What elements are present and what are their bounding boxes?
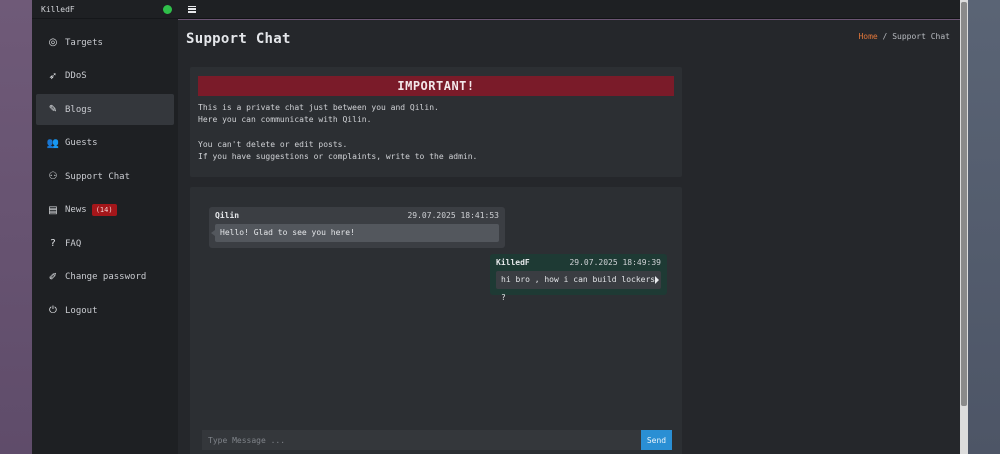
sidebar-item-faq[interactable]: ? FAQ — [36, 228, 174, 259]
sidebar-item-news[interactable]: ▤ News (14) — [36, 195, 174, 226]
newspaper-icon: ▤ — [48, 204, 58, 216]
users-icon: 👥 — [46, 137, 60, 149]
sidebar-item-ddos[interactable]: ➶ DDoS — [36, 61, 174, 92]
news-count-badge: (14) — [91, 204, 117, 216]
sidebar-item-targets[interactable]: ◎ Targets — [36, 27, 174, 58]
chat-card: Qilin 29.07.2025 18:41:53 Hello! Glad to… — [190, 187, 682, 454]
blog-icon: ✎ — [48, 104, 58, 115]
breadcrumb-separator: / — [882, 32, 888, 41]
support-icon: ⚇ — [48, 171, 58, 182]
notice-line: Here you can communicate with Qilin. — [198, 115, 372, 125]
sidebar-nav: ◎ Targets ➶ DDoS ✎ Blogs 👥 Guests ⚇ Support Chat ▤… — [32, 27, 178, 326]
message-input[interactable] — [202, 430, 641, 450]
page-scrollbar[interactable] — [960, 0, 968, 454]
notice-line: This is a private chat just between you … — [198, 103, 439, 112]
main-content: Support Chat Home / Support Chat IMPORTA… — [178, 20, 960, 454]
menu-toggle-icon[interactable] — [188, 5, 196, 13]
chat-status-icon[interactable] — [163, 4, 172, 14]
sidebar-item-change-password[interactable]: ✐ Change password — [36, 262, 174, 293]
sidebar: KilledF ◎ Targets ➶ DDoS ✎ Blogs 👥 Guests ⚇ Suppo… — [32, 0, 178, 454]
send-button[interactable]: Send — [641, 430, 672, 450]
sidebar-item-label: Blogs — [65, 104, 93, 115]
notice-line: You can't delete or edit posts. — [198, 139, 348, 149]
sidebar-item-blogs[interactable]: ✎ Blogs — [36, 94, 174, 125]
breadcrumb: Home / Support Chat — [858, 32, 950, 41]
message-time: 29.07.2025 18:49:39 — [569, 258, 661, 267]
target-icon: ◎ — [48, 37, 58, 48]
message-author: Qilin — [215, 211, 240, 220]
sidebar-item-label: Targets — [65, 37, 103, 48]
scrollbar-thumb[interactable] — [961, 2, 967, 406]
breadcrumb-current: Support Chat — [892, 32, 950, 41]
sidebar-header: KilledF — [32, 0, 178, 19]
edit-icon: ✐ — [48, 271, 58, 283]
sidebar-item-label: News — [65, 205, 87, 215]
topbar — [178, 0, 960, 19]
message-text: hi bro , how i can build lockers ? — [496, 271, 661, 302]
sidebar-item-label: Guests — [65, 138, 98, 148]
background-right — [968, 0, 1000, 454]
message-text: Hello! Glad to see you here! — [211, 224, 499, 242]
sidebar-item-label: Logout — [65, 305, 98, 316]
breadcrumb-home-link[interactable]: Home — [858, 32, 877, 41]
notice-line: If you have suggestions or complaints, w… — [198, 151, 478, 161]
sidebar-item-label: Change password — [65, 272, 147, 282]
message-author: KilledF — [496, 258, 530, 267]
sidebar-item-logout[interactable]: ⏻ Logout — [36, 295, 174, 326]
power-icon: ⏻ — [49, 305, 57, 316]
notice-card: IMPORTANT! This is a private chat just b… — [190, 67, 682, 177]
message-time: 29.07.2025 18:41:53 — [407, 211, 499, 220]
message-composer: Send — [202, 430, 672, 450]
sidebar-item-label: DDoS — [65, 71, 87, 81]
question-icon: ? — [50, 238, 56, 249]
chat-message-incoming: Qilin 29.07.2025 18:41:53 Hello! Glad to… — [209, 207, 505, 248]
sidebar-item-label: Support Chat — [65, 171, 131, 182]
sidebar-item-label: FAQ — [65, 238, 82, 249]
chat-message-outgoing: KilledF 29.07.2025 18:49:39 hi bro , how… — [490, 254, 667, 302]
username: KilledF — [41, 4, 75, 14]
sidebar-item-guests[interactable]: 👥 Guests — [36, 128, 174, 159]
background-left — [0, 0, 32, 454]
notice-text: This is a private chat just between you … — [198, 102, 674, 163]
page-title: Support Chat — [186, 31, 291, 47]
important-banner: IMPORTANT! — [198, 76, 674, 96]
sidebar-item-support-chat[interactable]: ⚇ Support Chat — [36, 161, 174, 192]
rocket-icon: ➶ — [48, 70, 58, 82]
